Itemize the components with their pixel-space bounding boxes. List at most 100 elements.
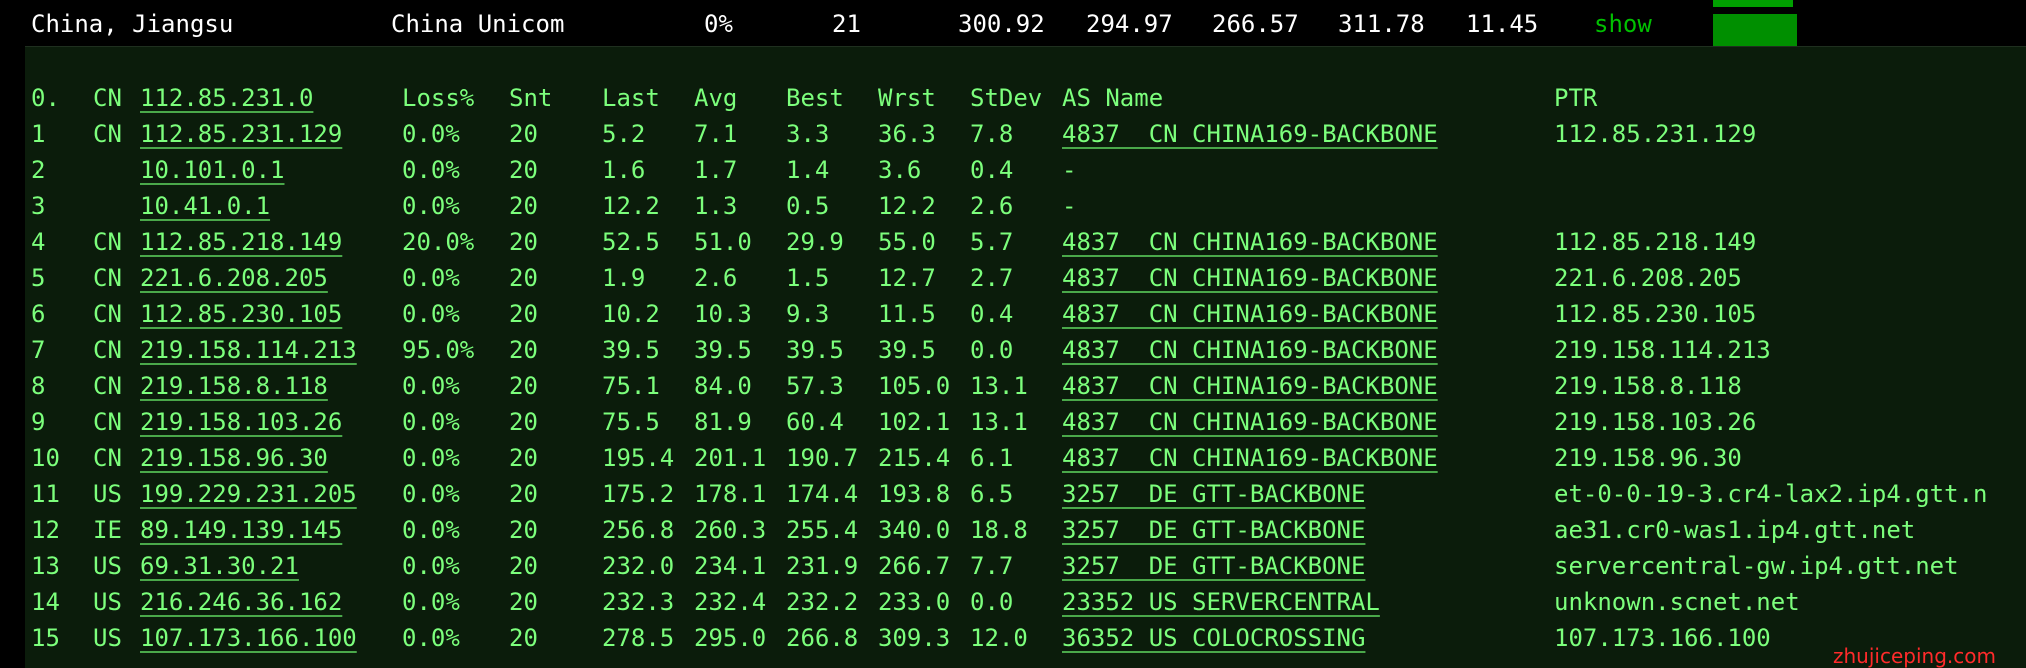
hop-loss: 0.0% xyxy=(402,408,460,436)
hop-stdev: 0.0 xyxy=(970,336,1014,364)
hop-host[interactable]: 221.6.208.205 xyxy=(140,260,328,296)
hop-as-name[interactable]: 4837 CN CHINA169-BACKBONE xyxy=(1062,332,1438,368)
hop-wrst: 233.0 xyxy=(878,588,951,616)
hop-wrst: 3.6 xyxy=(878,156,922,184)
hop-host[interactable]: 199.229.231.205 xyxy=(140,476,357,512)
hop-snt: 20 xyxy=(509,300,538,328)
hop-avg: 1.7 xyxy=(694,156,738,184)
country-code: IE xyxy=(93,516,122,544)
hop-stdev: 13.1 xyxy=(970,408,1028,436)
hop-as-name[interactable]: 4837 CN CHINA169-BACKBONE xyxy=(1062,116,1438,152)
hop-stdev: 2.7 xyxy=(970,264,1014,292)
hop-ptr: et-0-0-19-3.cr4-lax2.ip4.gtt.n xyxy=(1554,480,1988,508)
header-last: Last xyxy=(602,84,660,112)
hop-number: 5 xyxy=(31,264,46,292)
hop-snt: 20 xyxy=(509,192,538,220)
hop-ptr: 219.158.114.213 xyxy=(1554,336,1771,364)
hop-stdev: 6.5 xyxy=(970,480,1014,508)
hop-last: 75.1 xyxy=(602,372,660,400)
hop-as-name[interactable]: 4837 CN CHINA169-BACKBONE xyxy=(1062,440,1438,476)
hop-number: 8 xyxy=(31,372,46,400)
hop-host[interactable]: 112.85.231.129 xyxy=(140,116,342,152)
hop-host[interactable]: 69.31.30.21 xyxy=(140,548,299,584)
hop-as-name[interactable]: 4837 CN CHINA169-BACKBONE xyxy=(1062,368,1438,404)
hop-last: 5.2 xyxy=(602,120,646,148)
hop-as-name[interactable]: 3257 DE GTT-BACKBONE xyxy=(1062,548,1365,584)
hop-avg: 295.0 xyxy=(694,624,767,652)
hop-host[interactable]: 219.158.96.30 xyxy=(140,440,328,476)
hop-last: 1.6 xyxy=(602,156,646,184)
hop-ptr: ae31.cr0-was1.ip4.gtt.net xyxy=(1554,516,1916,544)
hop-loss: 0.0% xyxy=(402,480,460,508)
hop-number: 11 xyxy=(31,480,60,508)
country-code: US xyxy=(93,588,122,616)
hop-host[interactable]: 89.149.139.145 xyxy=(140,512,342,548)
hop-host[interactable]: 112.85.218.149 xyxy=(140,224,342,260)
hop-host[interactable]: 219.158.114.213 xyxy=(140,332,357,368)
hop-ptr: 112.85.218.149 xyxy=(1554,228,1757,256)
hop-ptr: servercentral-gw.ip4.gtt.net xyxy=(1554,552,1959,580)
latency-bar-top xyxy=(1713,0,1793,7)
header-hop: 0. xyxy=(31,84,60,112)
country-code: CN xyxy=(93,264,122,292)
hop-as-name[interactable]: 4837 CN CHINA169-BACKBONE xyxy=(1062,260,1438,296)
hop-host[interactable]: 219.158.8.118 xyxy=(140,368,328,404)
country-code: CN xyxy=(93,120,122,148)
hop-last: 256.8 xyxy=(602,516,675,544)
country-code: US xyxy=(93,552,122,580)
hop-ptr: 112.85.230.105 xyxy=(1554,300,1757,328)
hop-number: 2 xyxy=(31,156,46,184)
summary-location: China, Jiangsu xyxy=(31,10,234,38)
hop-number: 15 xyxy=(31,624,60,652)
hop-number: 9 xyxy=(31,408,46,436)
hop-stdev: 18.8 xyxy=(970,516,1028,544)
hop-ptr: 219.158.103.26 xyxy=(1554,408,1757,436)
hop-as-name[interactable]: 23352 US SERVERCENTRAL xyxy=(1062,584,1380,620)
hop-snt: 20 xyxy=(509,588,538,616)
hop-best: 57.3 xyxy=(786,372,844,400)
hop-as-name[interactable]: 3257 DE GTT-BACKBONE xyxy=(1062,476,1365,512)
hop-as-name[interactable]: 36352 US COLOCROSSING xyxy=(1062,620,1365,656)
hop-as-name[interactable]: 4837 CN CHINA169-BACKBONE xyxy=(1062,224,1438,260)
hop-wrst: 12.7 xyxy=(878,264,936,292)
country-code: CN xyxy=(93,444,122,472)
hop-snt: 20 xyxy=(509,228,538,256)
hop-as-name[interactable]: 4837 CN CHINA169-BACKBONE xyxy=(1062,296,1438,332)
hop-stdev: 13.1 xyxy=(970,372,1028,400)
hop-host[interactable]: 219.158.103.26 xyxy=(140,404,342,440)
header-stdev: StDev xyxy=(970,84,1043,112)
country-code: US xyxy=(93,480,122,508)
hop-host[interactable]: 10.101.0.1 xyxy=(140,152,285,188)
header-loss: Loss% xyxy=(402,84,475,112)
header-as-name: AS Name xyxy=(1062,84,1164,112)
hop-last: 39.5 xyxy=(602,336,660,364)
hop-wrst: 309.3 xyxy=(878,624,951,652)
hop-avg: 201.1 xyxy=(694,444,767,472)
hop-last: 12.2 xyxy=(602,192,660,220)
hop-best: 9.3 xyxy=(786,300,830,328)
hop-loss: 0.0% xyxy=(402,120,460,148)
hop-loss: 0.0% xyxy=(402,192,460,220)
hop-host[interactable]: 107.173.166.100 xyxy=(140,620,357,656)
hop-loss: 0.0% xyxy=(402,444,460,472)
hop-as-name[interactable]: 4837 CN CHINA169-BACKBONE xyxy=(1062,404,1438,440)
hop-as-name[interactable]: 3257 DE GTT-BACKBONE xyxy=(1062,512,1365,548)
hop-stdev: 0.4 xyxy=(970,156,1014,184)
country-code: CN xyxy=(93,408,122,436)
latency-bar xyxy=(1713,14,1797,49)
hop-number: 4 xyxy=(31,228,46,256)
hop-host[interactable]: 216.246.36.162 xyxy=(140,584,342,620)
hop-ptr: unknown.scnet.net xyxy=(1554,588,1800,616)
hop-ptr: 221.6.208.205 xyxy=(1554,264,1742,292)
hop-host[interactable]: 112.85.230.105 xyxy=(140,296,342,332)
summary-avg: 294.97 xyxy=(1086,10,1173,38)
summary-best: 266.57 xyxy=(1212,10,1299,38)
hop-snt: 20 xyxy=(509,480,538,508)
show-link[interactable]: show xyxy=(1594,10,1652,38)
hop-host[interactable]: 10.41.0.1 xyxy=(140,188,270,224)
header-wrst: Wrst xyxy=(878,84,936,112)
hop-best: 190.7 xyxy=(786,444,859,472)
hop-wrst: 105.0 xyxy=(878,372,951,400)
hop-avg: 10.3 xyxy=(694,300,752,328)
header-host[interactable]: 112.85.231.0 xyxy=(140,80,313,116)
